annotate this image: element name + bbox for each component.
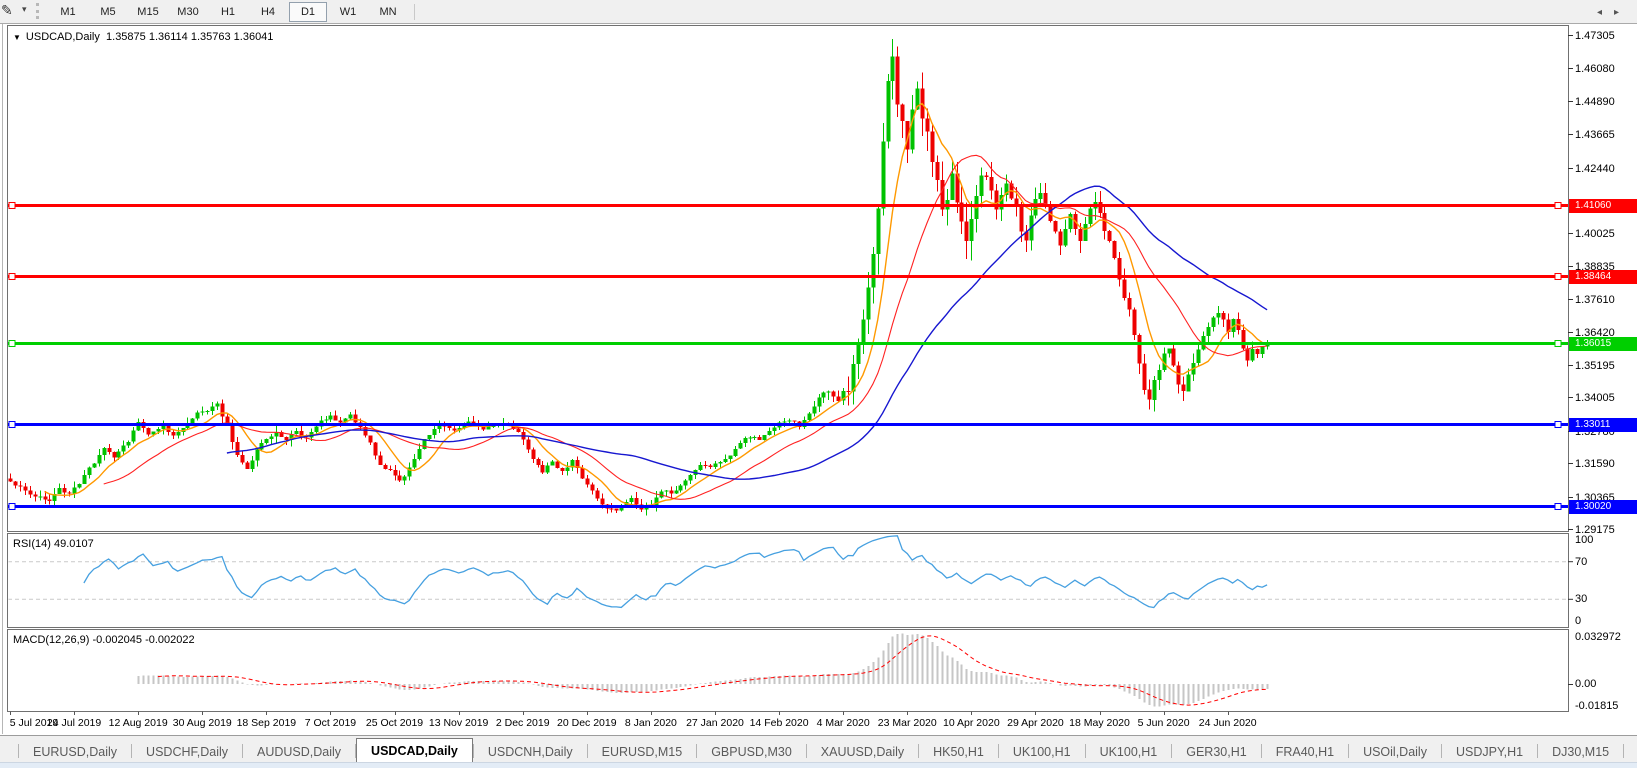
timeframe-button-m15[interactable]: M15 xyxy=(129,2,167,22)
date-axis-label: 24 Jul 2019 xyxy=(47,717,101,729)
date-axis-label: 5 Jun 2020 xyxy=(1138,717,1190,729)
symbol-tab-dj30-m15[interactable]: DJ30,M15 xyxy=(1538,742,1623,763)
symbol-tab-audusd-daily[interactable]: AUDUSD,Daily xyxy=(243,742,355,763)
price-line-tag: 1.38464 xyxy=(1569,270,1637,284)
timeframe-button-m1[interactable]: M1 xyxy=(49,2,87,22)
tab-scroll-arrows: ◂▸ xyxy=(1597,7,1631,18)
timeframe-toolbar: ✎ ▾ M1M5M15M30H1H4D1W1MN xyxy=(0,0,1637,24)
symbol-tab-uk100-h1[interactable]: UK100,H1 xyxy=(999,742,1085,763)
symbol-tab-usdjpy-h1[interactable]: USDJPY,H1 xyxy=(1442,742,1537,763)
date-axis-label: 18 May 2020 xyxy=(1069,717,1130,729)
collapse-triangle-icon[interactable]: ▼ xyxy=(13,33,21,42)
price-axis-tick-label: 1.42440 xyxy=(1575,163,1615,175)
symbol-tab-uk100-h1[interactable]: UK100,H1 xyxy=(1086,742,1172,763)
date-axis-label: 4 Mar 2020 xyxy=(817,717,870,729)
macd-axis-label: -0.01815 xyxy=(1575,700,1618,712)
price-axis-tick-label: 1.34005 xyxy=(1575,392,1615,404)
date-axis-label: 8 Jan 2020 xyxy=(625,717,677,729)
symbol-tab-hk50-h1[interactable]: HK50,H1 xyxy=(919,742,998,763)
date-axis-label: 29 Apr 2020 xyxy=(1007,717,1064,729)
macd-axis-label: 0.032972 xyxy=(1575,631,1621,643)
price-line-tag: 1.33011 xyxy=(1569,418,1637,432)
timeframe-button-h4[interactable]: H4 xyxy=(249,2,287,22)
price-axis-tick-label: 1.40025 xyxy=(1575,228,1615,240)
date-axis-label: 25 Oct 2019 xyxy=(366,717,423,729)
chevron-down-icon[interactable]: ▾ xyxy=(22,4,27,15)
date-axis-label: 12 Aug 2019 xyxy=(109,717,168,729)
timeframe-button-d1[interactable]: D1 xyxy=(289,2,327,22)
tab-scroll-left-icon[interactable]: ◂ xyxy=(1597,7,1614,18)
macd-label: MACD(12,26,9) -0.002045 -0.002022 xyxy=(13,634,195,646)
rsi-axis-label: 0 xyxy=(1575,615,1581,627)
toolbar-separator xyxy=(414,4,418,20)
symbol-tab-usdcnh-daily[interactable]: USDCNH,Daily xyxy=(474,742,587,763)
date-axis-label: 24 Jun 2020 xyxy=(1199,717,1257,729)
toolbar-grip xyxy=(36,3,42,19)
timeframe-buttons: M1M5M15M30H1H4D1W1MN xyxy=(48,0,418,23)
chart-legend: ▼ USDCAD,Daily 1.35875 1.36114 1.35763 1.… xyxy=(13,31,273,43)
legend-ohlc: 1.35875 1.36114 1.35763 1.36041 xyxy=(106,31,273,43)
date-axis-label: 7 Oct 2019 xyxy=(305,717,356,729)
symbol-tab-bar: EURUSD,DailyUSDCHF,DailyAUDUSD,DailyUSDC… xyxy=(0,735,1637,763)
price-line-tag: 1.36015 xyxy=(1569,337,1637,351)
symbol-tab-xauusd-daily[interactable]: XAUUSD,Daily xyxy=(807,742,918,763)
timeframe-button-m5[interactable]: M5 xyxy=(89,2,127,22)
date-axis-label: 14 Feb 2020 xyxy=(750,717,809,729)
symbol-tab-usdcad-daily[interactable]: USDCAD,Daily xyxy=(356,738,473,764)
date-axis-label: 27 Jan 2020 xyxy=(686,717,744,729)
rsi-axis-label: 30 xyxy=(1575,593,1587,605)
date-axis-label: 10 Apr 2020 xyxy=(943,717,1000,729)
price-axis-tick-label: 1.44890 xyxy=(1575,96,1615,108)
date-axis-label: 30 Aug 2019 xyxy=(173,717,232,729)
timeframe-button-m30[interactable]: M30 xyxy=(169,2,207,22)
macd-axis-label: 0.00 xyxy=(1575,678,1596,690)
rsi-axis-label: 100 xyxy=(1575,534,1593,546)
timeframe-button-mn[interactable]: MN xyxy=(369,2,407,22)
trading-terminal-window: ✎ ▾ M1M5M15M30H1H4D1W1MN ▼ USDCAD,Daily 1… xyxy=(0,0,1637,768)
price-line-tag: 1.30020 xyxy=(1569,500,1637,514)
tab-scroll-right-icon[interactable]: ▸ xyxy=(1614,7,1631,18)
symbol-tab-fra40-h1[interactable]: FRA40,H1 xyxy=(1262,742,1348,763)
status-strip xyxy=(0,762,1637,768)
price-axis-tick-label: 1.31590 xyxy=(1575,458,1615,470)
price-line-tag: 1.41060 xyxy=(1569,199,1637,213)
tab-separator xyxy=(1623,744,1624,758)
symbol-tab-ger30-h1[interactable]: GER30,H1 xyxy=(1172,742,1260,763)
price-axis-tick-label: 1.47305 xyxy=(1575,30,1615,42)
symbol-tab-eurusd-daily[interactable]: EURUSD,Daily xyxy=(19,742,131,763)
drawing-tool-icon[interactable]: ✎ xyxy=(1,2,13,19)
price-axis-tick-label: 1.37610 xyxy=(1575,294,1615,306)
symbol-tab-eurusd-m15[interactable]: EURUSD,M15 xyxy=(588,742,697,763)
timeframe-button-w1[interactable]: W1 xyxy=(329,2,367,22)
symbol-tab-usdchf-daily[interactable]: USDCHF,Daily xyxy=(132,742,242,763)
price-axis-tick-label: 1.46080 xyxy=(1575,63,1615,75)
legend-symbol: USDCAD,Daily xyxy=(26,31,100,43)
date-axis-label: 20 Dec 2019 xyxy=(557,717,617,729)
date-axis-label: 2 Dec 2019 xyxy=(496,717,550,729)
symbol-tab-gbpusd-m30[interactable]: GBPUSD,M30 xyxy=(697,742,806,763)
rsi-axis-label: 70 xyxy=(1575,556,1587,568)
chart-canvas[interactable] xyxy=(8,25,1568,711)
date-axis-label: 18 Sep 2019 xyxy=(237,717,297,729)
timeframe-button-h1[interactable]: H1 xyxy=(209,2,247,22)
date-axis-label: 23 Mar 2020 xyxy=(878,717,937,729)
rsi-label: RSI(14) 49.0107 xyxy=(13,538,94,550)
date-axis-label: 13 Nov 2019 xyxy=(429,717,489,729)
symbol-tab-usoil-daily[interactable]: USOil,Daily xyxy=(1349,742,1441,763)
price-axis-tick-label: 1.35195 xyxy=(1575,360,1615,372)
price-axis-tick-label: 1.43665 xyxy=(1575,129,1615,141)
